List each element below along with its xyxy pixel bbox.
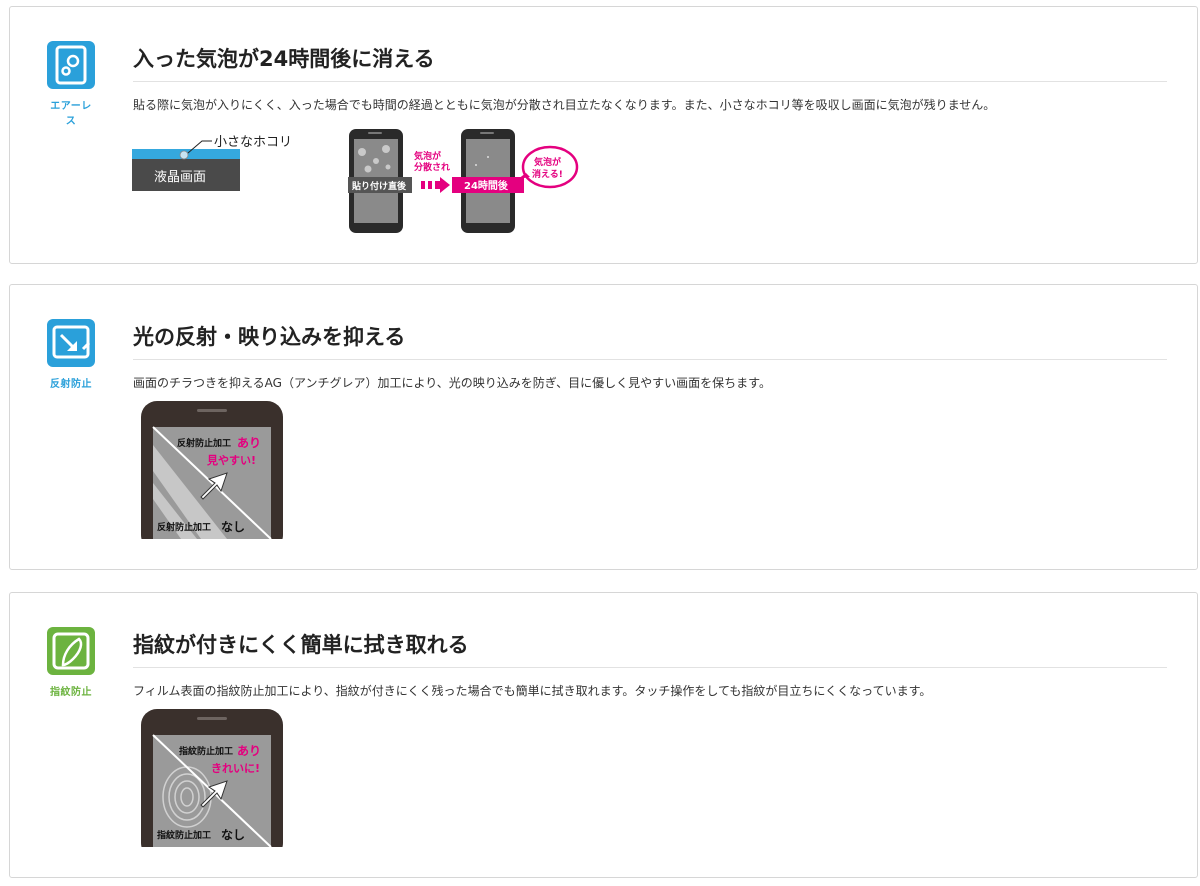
badge-label: エアーレス	[50, 101, 92, 127]
anti-reflection-badge: 反射防止	[46, 319, 96, 390]
anti-reflection-phone-illustration: 反射防止加工 あり 見やすい! 反射防止加工 なし	[141, 401, 283, 551]
section-title: 入った気泡が24時間後に消える	[133, 47, 435, 71]
bubbles-gone-2: 消える!	[532, 168, 563, 180]
feature-card-anti-fingerprint: 指紋防止 指紋が付きにくく簡単に拭き取れる フィルム表面の指紋防止加工により、指…	[9, 592, 1198, 878]
with-ar-suffix: あり	[237, 436, 261, 450]
benefit-label: きれいに!	[211, 762, 260, 775]
finger-icon	[47, 627, 95, 675]
dust-diagram: 小さなホコリ 液晶画面	[132, 131, 322, 199]
with-af-label: 指紋防止加工	[179, 745, 233, 757]
section-description: 貼る際に気泡が入りにくく、入った場合でも時間の経過とともに気泡が分散され目立たな…	[133, 98, 996, 112]
section-description: フィルム表面の指紋防止加工により、指紋が付きにくく残った場合でも簡単に拭き取れま…	[133, 684, 932, 698]
lcd-label: 液晶画面	[154, 170, 206, 185]
benefit-label: 見やすい!	[206, 454, 256, 467]
dust-label: 小さなホコリ	[214, 135, 292, 150]
without-ar-label: 反射防止加工	[157, 521, 211, 533]
airless-badge: エアーレス	[46, 41, 96, 127]
anti-fingerprint-badge: 指紋防止	[46, 627, 96, 698]
bubble-icon	[47, 41, 95, 89]
bubbles-gone-1: 気泡が	[534, 156, 562, 168]
divider	[133, 667, 1167, 668]
anti-fingerprint-phone-illustration: 指紋防止加工 あり きれいに! 指紋防止加工 なし	[141, 709, 283, 859]
bubbles-dispersed-2: 分散され	[414, 161, 450, 173]
badge-label: 反射防止	[50, 379, 92, 390]
reflection-icon	[47, 319, 95, 367]
section-title: 光の反射・映り込みを抑える	[133, 325, 406, 349]
without-ar-suffix: なし	[221, 520, 245, 534]
section-description: 画面のチラつきを抑えるAG（アンチグレア）加工により、光の映り込みを防ぎ、目に優…	[133, 376, 771, 390]
after-24h-label: 24時間後	[464, 179, 509, 192]
divider	[133, 359, 1167, 360]
without-af-suffix: なし	[221, 828, 245, 842]
without-af-label: 指紋防止加工	[157, 829, 211, 841]
with-af-suffix: あり	[237, 744, 261, 758]
badge-label: 指紋防止	[50, 687, 92, 698]
bubbles-dispersed-1: 気泡が	[414, 150, 442, 162]
section-title: 指紋が付きにくく簡単に拭き取れる	[133, 633, 469, 657]
bubble-phones-illustration: 貼り付け直後 気泡が 分散され 24時間後 気泡が 消える!	[348, 125, 588, 239]
feature-card-anti-reflection: 反射防止 光の反射・映り込みを抑える 画面のチラつきを抑えるAG（アンチグレア）…	[9, 284, 1198, 570]
with-ar-label: 反射防止加工	[177, 437, 231, 449]
divider	[133, 81, 1167, 82]
right-after-label: 貼り付け直後	[351, 180, 407, 192]
feature-card-airless: エアーレス 入った気泡が24時間後に消える 貼る際に気泡が入りにくく、入った場合…	[9, 6, 1198, 264]
